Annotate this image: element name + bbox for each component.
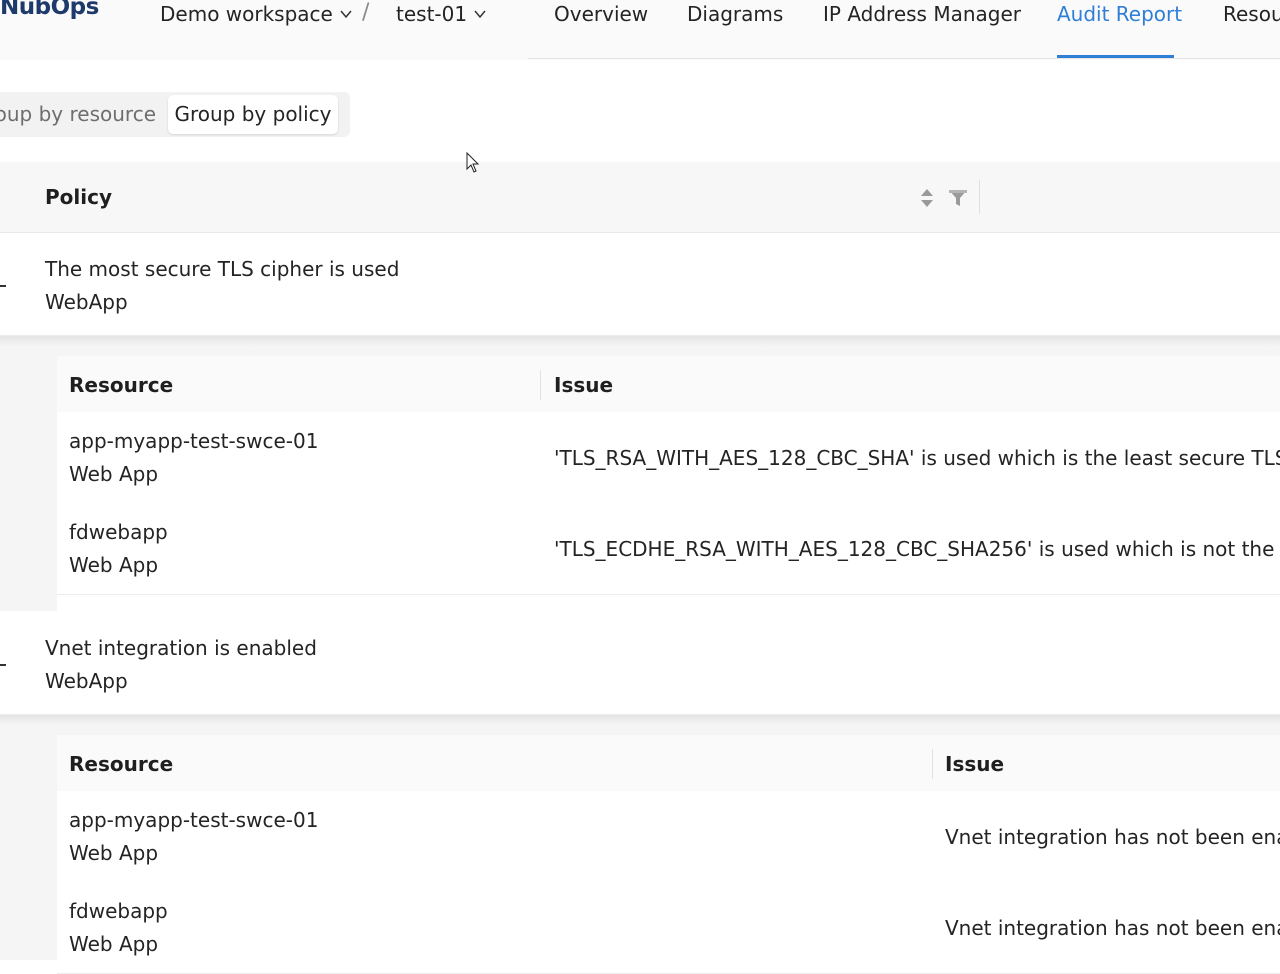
- subtable-shadow: [0, 715, 1280, 725]
- policy-group-row[interactable]: The most secure TLS cipher is used WebAp…: [0, 233, 1280, 336]
- tab-diagrams[interactable]: Diagrams: [687, 2, 783, 26]
- chevron-down-icon: [340, 10, 352, 19]
- sort-icon[interactable]: [918, 186, 936, 210]
- resource-type: Web App: [69, 932, 159, 956]
- resource-type: Web App: [69, 462, 159, 486]
- app-logo[interactable]: NubOps: [0, 0, 99, 20]
- workspace-label: Demo workspace: [160, 2, 333, 26]
- policy-table-header: Policy: [0, 162, 1280, 233]
- issue-text: 'TLS_ECDHE_RSA_WITH_AES_128_CBC_SHA256' …: [554, 537, 1280, 561]
- column-divider: [540, 370, 541, 400]
- subtable-header: Resource Issue: [57, 735, 1280, 792]
- environment-label: test-01: [396, 2, 468, 26]
- issue-column-header[interactable]: Issue: [554, 373, 613, 397]
- resource-column-header[interactable]: Resource: [69, 752, 173, 776]
- policy-resource-type: WebApp: [45, 669, 128, 693]
- grouping-segmented-control: roup by resource Group by policy: [0, 92, 350, 137]
- active-tab-indicator: [1057, 55, 1174, 58]
- table-row[interactable]: fdwebapp Web App 'TLS_ECDHE_RSA_WITH_AES…: [57, 503, 1280, 595]
- expanded-subtable-area: Resource Issue app-myapp-test-swce-01 We…: [0, 336, 1280, 611]
- collapse-icon[interactable]: [0, 285, 6, 287]
- collapse-icon[interactable]: [0, 664, 6, 666]
- policy-resource-type: WebApp: [45, 290, 128, 314]
- environment-selector[interactable]: test-01: [396, 2, 487, 26]
- breadcrumb-separator: /: [362, 0, 370, 25]
- policy-name: The most secure TLS cipher is used: [45, 257, 400, 281]
- table-row[interactable]: app-myapp-test-swce-01 Web App Vnet inte…: [57, 791, 1280, 883]
- group-by-resource-option[interactable]: roup by resource: [0, 92, 156, 137]
- resource-name[interactable]: app-myapp-test-swce-01: [69, 429, 318, 453]
- policy-column-header[interactable]: Policy: [45, 185, 112, 209]
- tab-overview[interactable]: Overview: [554, 2, 648, 26]
- policy-group-row[interactable]: Vnet integration is enabled WebApp: [0, 612, 1280, 715]
- expanded-subtable-area: Resource Issue app-myapp-test-swce-01 We…: [0, 715, 1280, 974]
- group-by-policy-option[interactable]: Group by policy: [168, 95, 338, 134]
- policy-name: Vnet integration is enabled: [45, 636, 317, 660]
- resource-name[interactable]: app-myapp-test-swce-01: [69, 808, 318, 832]
- resource-type: Web App: [69, 841, 159, 865]
- workspace-selector[interactable]: Demo workspace: [160, 2, 353, 26]
- table-row[interactable]: app-myapp-test-swce-01 Web App 'TLS_RSA_…: [57, 412, 1280, 504]
- tab-audit-report[interactable]: Audit Report: [1057, 2, 1182, 26]
- resource-type: Web App: [69, 553, 159, 577]
- issue-text: Vnet integration has not been enable: [945, 916, 1280, 940]
- issue-text: 'TLS_RSA_WITH_AES_128_CBC_SHA' is used w…: [554, 446, 1280, 470]
- tab-resources[interactable]: Resou: [1223, 2, 1280, 26]
- column-divider: [932, 749, 933, 779]
- subtable-header: Resource Issue: [57, 356, 1280, 413]
- filter-icon[interactable]: [948, 188, 968, 208]
- mouse-cursor-icon: [466, 152, 480, 173]
- table-row[interactable]: fdwebapp Web App Vnet integration has no…: [57, 882, 1280, 974]
- issue-column-header[interactable]: Issue: [945, 752, 1004, 776]
- chevron-down-icon: [474, 10, 486, 19]
- issue-text: Vnet integration has not been enable: [945, 825, 1280, 849]
- issues-subtable: Resource Issue app-myapp-test-swce-01 We…: [57, 356, 1280, 611]
- column-divider: [979, 180, 980, 214]
- subtable-shadow: [0, 336, 1280, 346]
- issues-subtable: Resource Issue app-myapp-test-swce-01 We…: [57, 735, 1280, 974]
- resource-name[interactable]: fdwebapp: [69, 899, 168, 923]
- resource-name[interactable]: fdwebapp: [69, 520, 168, 544]
- tab-ip-address-manager[interactable]: IP Address Manager: [823, 2, 1021, 26]
- resource-column-header[interactable]: Resource: [69, 373, 173, 397]
- top-header: NubOps Demo workspace / test-01 Overview…: [0, 0, 1280, 60]
